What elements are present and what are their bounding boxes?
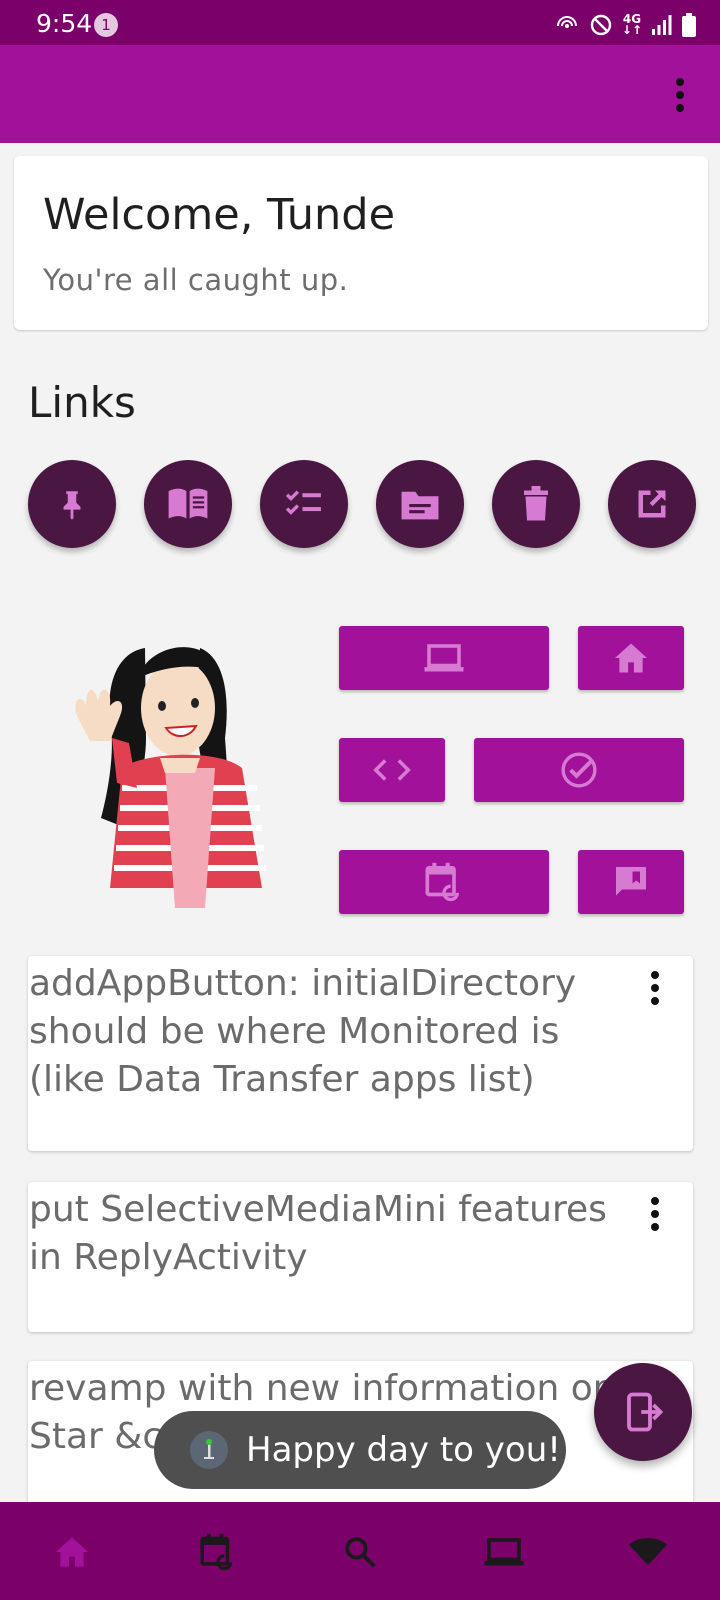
network-type-label: 4G: [622, 12, 642, 26]
search-icon: [345, 1537, 376, 1568]
task-overflow-menu-icon[interactable]: [645, 971, 665, 1005]
battery-icon: [682, 13, 696, 37]
hotspot-icon: [556, 16, 577, 28]
status-bar: 9:54 1 4G ↓↑: [0, 0, 720, 45]
link-button-open-external[interactable]: [608, 460, 696, 548]
check-circle-icon: [561, 752, 597, 788]
link-button-checklist[interactable]: [260, 460, 348, 548]
4g-icon: 4G ↓↑: [621, 12, 642, 37]
welcome-subtitle: You're all caught up.: [43, 263, 349, 297]
pin-icon: [63, 491, 81, 520]
notification-count-badge: 1: [94, 13, 118, 37]
toast-message: Happy day to you!: [154, 1411, 566, 1489]
links-heading: Links: [28, 378, 136, 427]
quick-action-check[interactable]: [474, 738, 684, 802]
nav-search[interactable]: [330, 1522, 390, 1582]
folder-icon: [401, 491, 439, 520]
exit-phone-icon: [627, 1392, 664, 1432]
quick-action-home[interactable]: [578, 626, 684, 690]
app-logo-icon: [190, 1431, 228, 1469]
code-icon: [373, 759, 411, 781]
wifi-icon: [629, 1538, 667, 1566]
calendar-sync-icon: [200, 1533, 233, 1571]
welcome-title: Welcome, Tunde: [43, 190, 396, 240]
app-bar: [0, 45, 720, 143]
overflow-menu-icon[interactable]: [670, 78, 690, 112]
home-icon: [56, 1537, 88, 1567]
task-card[interactable]: put SelectiveMediaMini features in Reply…: [28, 1182, 693, 1332]
signal-icon: [652, 15, 672, 35]
nav-calendar[interactable]: [188, 1522, 248, 1582]
waving-girl-illustration: [50, 628, 280, 908]
task-card[interactable]: addAppButton: initialDirectory should be…: [28, 956, 693, 1151]
trash-icon: [524, 486, 548, 521]
status-time: 9:54: [36, 9, 93, 38]
link-button-book[interactable]: [144, 460, 232, 548]
home-icon: [615, 643, 647, 673]
quick-action-feedback[interactable]: [578, 850, 684, 914]
quick-action-laptop[interactable]: [339, 626, 549, 690]
laptop-icon: [424, 644, 464, 672]
task-text: addAppButton: initialDirectory should be…: [29, 963, 577, 1100]
link-button-trash[interactable]: [492, 460, 580, 548]
calendar-sync-icon: [425, 862, 459, 902]
checklist-icon: [285, 490, 321, 515]
laptop-icon: [484, 1538, 524, 1566]
do-not-disturb-icon: [590, 14, 612, 36]
toast-text: Happy day to you!: [246, 1430, 561, 1470]
open-external-icon: [638, 490, 666, 518]
quick-action-calendar-sync[interactable]: [339, 850, 549, 914]
nav-home[interactable]: [42, 1522, 102, 1582]
exit-app-fab[interactable]: [594, 1363, 692, 1461]
feedback-icon: [616, 867, 646, 896]
welcome-card: Welcome, Tunde You're all caught up.: [14, 156, 708, 330]
nav-wifi[interactable]: [618, 1522, 678, 1582]
system-icons: 4G ↓↑: [554, 12, 696, 38]
task-text: put SelectiveMediaMini features in Reply…: [29, 1189, 607, 1278]
task-overflow-menu-icon[interactable]: [645, 1197, 665, 1231]
quick-action-code[interactable]: [339, 738, 445, 802]
bottom-navigation: [0, 1502, 720, 1600]
link-button-folder[interactable]: [376, 460, 464, 548]
nav-laptop[interactable]: [474, 1522, 534, 1582]
book-icon: [168, 488, 208, 519]
link-button-pin[interactable]: [28, 460, 116, 548]
